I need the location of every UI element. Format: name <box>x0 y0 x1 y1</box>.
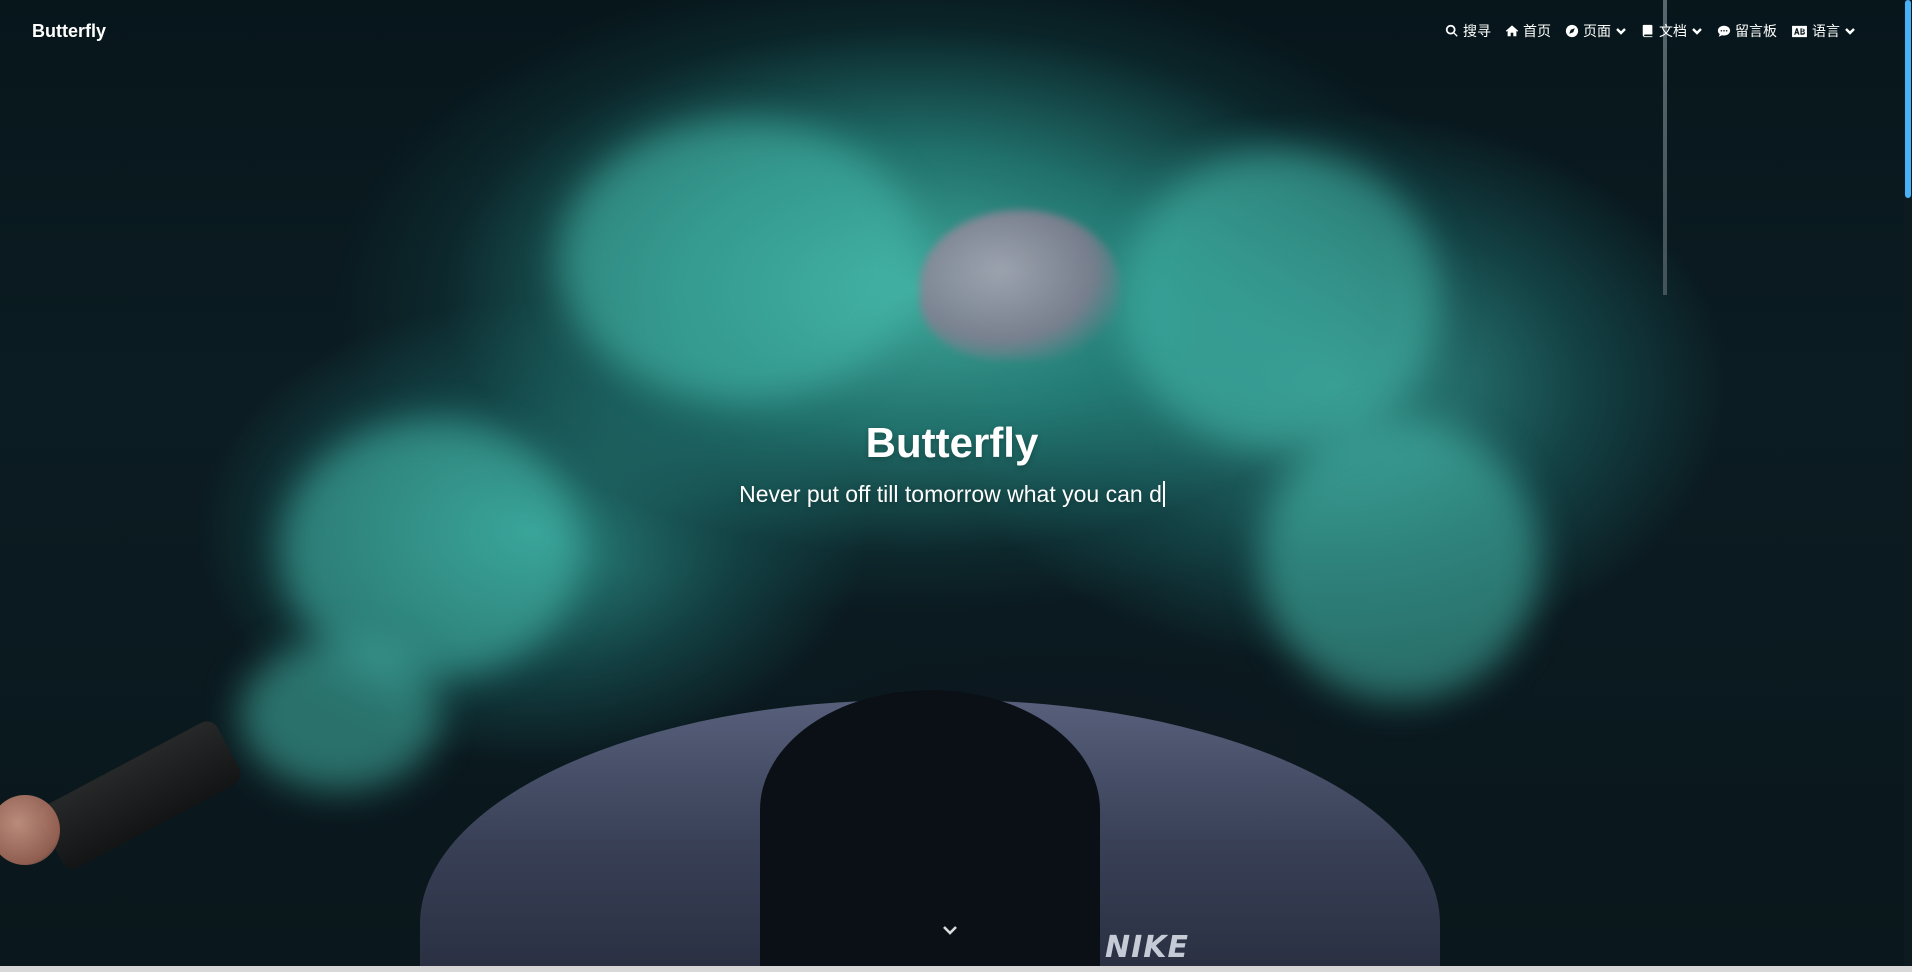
site-subtitle: Never put off till tomorrow what you can… <box>739 481 1162 508</box>
smoke-decoration <box>560 120 920 400</box>
scroll-down-button[interactable] <box>936 918 964 946</box>
smoke-decoration <box>240 640 440 790</box>
scrollbar-thumb[interactable] <box>1905 0 1911 198</box>
site-brand-link[interactable]: Butterfly <box>32 21 106 42</box>
compass-icon <box>1565 24 1579 38</box>
hero-site-info: Butterfly Never put off till tomorrow wh… <box>0 418 1904 510</box>
nav-guestbook[interactable]: 留言板 <box>1717 21 1777 41</box>
book-icon <box>1641 24 1655 38</box>
page-scrollbar[interactable] <box>1904 0 1912 966</box>
search-icon <box>1445 24 1459 38</box>
nav-docs-label: 文档 <box>1659 24 1687 40</box>
page: NIKE Butterfly 搜寻 首页 页面 文档 留言板 语言 Butter… <box>0 0 1912 972</box>
nav-home-label: 首页 <box>1523 24 1551 40</box>
nav-search-label: 搜寻 <box>1463 24 1491 40</box>
typing-cursor <box>1162 481 1165 508</box>
smoke-canister <box>35 717 245 873</box>
chevron-down-icon <box>1691 25 1703 37</box>
chevron-down-icon <box>1844 25 1856 37</box>
jacket-logo: NIKE <box>1105 930 1190 965</box>
nav-home[interactable]: 首页 <box>1505 21 1551 41</box>
person-cap <box>920 210 1120 360</box>
nav-menu: 搜寻 首页 页面 文档 留言板 语言 <box>1445 21 1856 41</box>
nav-docs-dropdown[interactable]: 文档 <box>1641 21 1703 41</box>
nav-pages-dropdown[interactable]: 页面 <box>1565 21 1627 41</box>
chevron-down-icon <box>941 921 959 943</box>
chevron-down-icon <box>1615 25 1627 37</box>
nav-language-dropdown[interactable]: 语言 <box>1791 21 1856 41</box>
window-bottom-edge <box>0 966 1912 972</box>
person-shadow <box>760 690 1100 966</box>
language-icon <box>1791 25 1808 38</box>
home-icon <box>1505 24 1519 38</box>
site-subtitle-line: Never put off till tomorrow what you can… <box>0 480 1904 510</box>
site-title: Butterfly <box>865 419 1039 466</box>
nav-language-label: 语言 <box>1812 24 1840 40</box>
top-navbar: Butterfly 搜寻 首页 页面 文档 留言板 语言 <box>0 0 1904 62</box>
comment-icon <box>1717 24 1731 38</box>
smoke-decoration <box>1120 150 1440 450</box>
nav-guestbook-label: 留言板 <box>1735 24 1777 40</box>
nav-search[interactable]: 搜寻 <box>1445 21 1491 41</box>
nav-pages-label: 页面 <box>1583 24 1611 40</box>
